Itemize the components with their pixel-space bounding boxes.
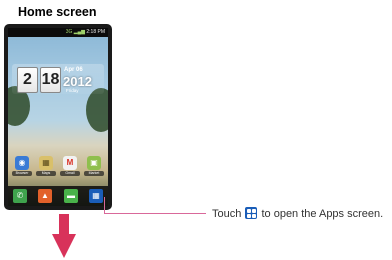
clock-hour-card: 2 <box>17 67 38 93</box>
app-label: Maps <box>36 171 56 176</box>
app-label: Market <box>84 171 104 176</box>
instruction-text: Touch to open the Apps screen. <box>212 205 390 223</box>
clock-weekday: Friday <box>66 88 79 93</box>
status-time: 2:18 PM <box>86 29 105 35</box>
globe-icon: ◉ <box>15 156 29 170</box>
app-shortcut-gmail[interactable]: M Gmail <box>59 156 81 176</box>
app-shortcuts-row: ◉ Browser ▦ Maps M Gmail ▣ Market <box>8 156 108 180</box>
app-shortcut-market[interactable]: ▣ Market <box>83 156 105 176</box>
app-shortcut-browser[interactable]: ◉ Browser <box>11 156 33 176</box>
messaging-icon[interactable]: ▬ <box>64 189 78 203</box>
app-label: Browser <box>12 171 32 176</box>
page-heading: Home screen <box>18 5 97 19</box>
dock-bar: ✆ ▲ ▬ ▦ <box>8 186 108 206</box>
map-icon: ▦ <box>39 156 53 170</box>
instruction-after: to open the Apps screen. <box>258 208 384 220</box>
palm-tree-right <box>86 88 108 132</box>
signal-indicator: 3G ▂▄▆ <box>65 29 85 35</box>
clock-widget[interactable]: 2 18 Apr 06 2012 Friday <box>12 64 104 94</box>
app-shortcut-maps[interactable]: ▦ Maps <box>35 156 57 176</box>
clock-year: 2012 <box>63 74 92 89</box>
contacts-icon[interactable]: ▲ <box>38 189 52 203</box>
market-bag-icon: ▣ <box>87 156 101 170</box>
callout-line-vertical <box>104 197 105 214</box>
down-arrow-icon <box>52 214 76 258</box>
clock-date: Apr 06 <box>64 67 83 73</box>
applications-icon[interactable]: ▦ <box>89 189 103 203</box>
app-label: Gmail <box>60 171 80 176</box>
callout-line-horizontal <box>104 213 206 214</box>
status-bar: 3G ▂▄▆ 2:18 PM <box>8 28 108 37</box>
home-screen: 3G ▂▄▆ 2:18 PM 2 18 Apr 06 2012 Friday ◉… <box>8 28 108 206</box>
applications-icon <box>245 207 258 219</box>
phone-screenshot: 3G ▂▄▆ 2:18 PM 2 18 Apr 06 2012 Friday ◉… <box>4 24 112 210</box>
mail-icon: M <box>63 156 77 170</box>
clock-minute-card: 18 <box>40 67 61 93</box>
instruction-before: Touch <box>212 208 245 220</box>
phone-icon[interactable]: ✆ <box>13 189 27 203</box>
